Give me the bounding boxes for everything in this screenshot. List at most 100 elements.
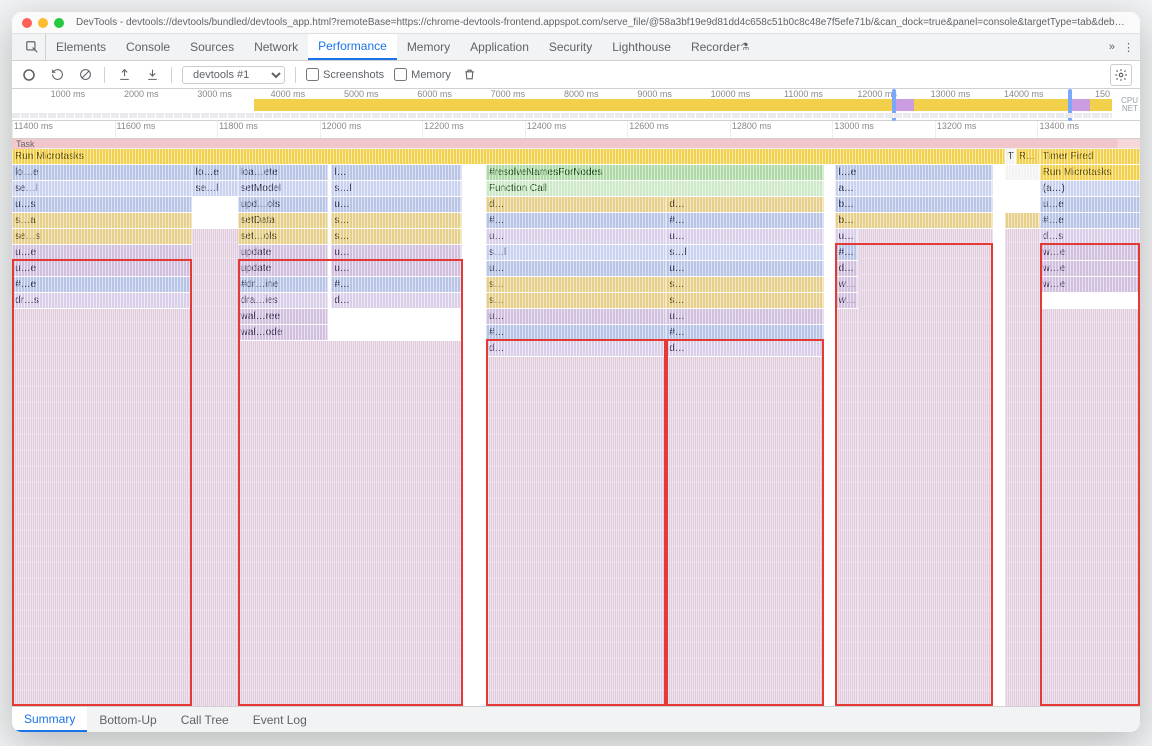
flame-bar[interactable]: l…e xyxy=(835,165,993,180)
flame-bar[interactable]: loa…ete xyxy=(238,165,328,180)
trash-icon[interactable] xyxy=(461,66,479,84)
flame-bar[interactable]: u… xyxy=(486,229,666,244)
flame-bar[interactable]: Task xyxy=(1005,149,1015,164)
zoom-window-icon[interactable] xyxy=(54,18,64,28)
kebab-menu-icon[interactable]: ⋮ xyxy=(1123,41,1134,54)
flame-bar[interactable]: w… xyxy=(835,277,858,292)
memory-checkbox[interactable]: Memory xyxy=(394,68,451,81)
flame-bar[interactable]: lo…e xyxy=(192,165,237,180)
flame-bar[interactable]: s… xyxy=(486,293,666,308)
flame-bar[interactable]: s… xyxy=(486,277,666,292)
flame-deep-fill[interactable] xyxy=(1005,229,1040,706)
flame-bar[interactable]: Run Microtasks xyxy=(1016,149,1040,164)
flame-bar[interactable]: setData xyxy=(238,213,328,228)
upload-profile-icon[interactable] xyxy=(115,66,133,84)
flame-bar[interactable]: u… xyxy=(666,261,824,276)
flame-bar[interactable]: d… xyxy=(486,197,666,212)
flame-bar[interactable]: #… xyxy=(666,325,824,340)
flame-bar[interactable]: s…l xyxy=(486,245,666,260)
details-tab-event-log[interactable]: Event Log xyxy=(241,707,319,732)
tab-console[interactable]: Console xyxy=(116,34,180,60)
flame-bar[interactable]: w…e xyxy=(1040,245,1140,260)
reload-record-icon[interactable] xyxy=(48,66,66,84)
flame-bar[interactable]: se…s xyxy=(12,229,192,244)
flame-bar[interactable]: w… xyxy=(835,293,858,308)
record-button-icon[interactable] xyxy=(20,66,38,84)
flame-bar[interactable]: w…e xyxy=(1040,261,1140,276)
flame-bar[interactable] xyxy=(1005,165,1040,180)
flame-bar[interactable]: lo…e xyxy=(12,165,192,180)
flame-bar[interactable]: set…ols xyxy=(238,229,328,244)
tab-security[interactable]: Security xyxy=(539,34,602,60)
flame-bar[interactable]: #… xyxy=(331,277,462,292)
flame-deep-fill[interactable] xyxy=(835,309,858,706)
settings-gear-icon[interactable] xyxy=(1110,64,1132,86)
details-tab-summary[interactable]: Summary xyxy=(12,707,87,732)
flame-bar[interactable]: u… xyxy=(666,309,824,324)
flame-bar[interactable]: wal…ode xyxy=(238,325,328,340)
flame-deep-fill[interactable] xyxy=(486,357,666,706)
flame-bar[interactable]: #… xyxy=(835,245,858,260)
flame-bar[interactable]: s…l xyxy=(666,245,824,260)
tab-lighthouse[interactable]: Lighthouse xyxy=(602,34,681,60)
flame-bar[interactable]: dr…s xyxy=(12,293,192,308)
flame-bar[interactable]: u…e xyxy=(12,261,192,276)
flame-bar[interactable]: #…e xyxy=(12,277,192,292)
flame-deep-fill[interactable] xyxy=(238,341,464,706)
download-profile-icon[interactable] xyxy=(143,66,161,84)
flame-bar[interactable]: u… xyxy=(666,229,824,244)
flame-bar[interactable]: u… xyxy=(331,245,462,260)
flame-bar[interactable]: s…a xyxy=(12,213,192,228)
flame-bar[interactable]: Run Microtasks xyxy=(12,149,1005,164)
flame-bar[interactable]: s… xyxy=(331,229,462,244)
timeline-overview[interactable]: 1000 ms2000 ms3000 ms4000 ms5000 ms6000 … xyxy=(12,89,1140,121)
flame-bar[interactable]: #… xyxy=(666,213,824,228)
flame-deep-fill[interactable] xyxy=(192,229,237,706)
flame-bar[interactable] xyxy=(1005,213,1040,228)
flame-chart[interactable]: Run MicrotasksTaskRun MicrotasksTimer Fi… xyxy=(12,149,1140,706)
flame-bar[interactable]: se…l xyxy=(12,181,192,196)
flame-bar[interactable]: setModel xyxy=(238,181,328,196)
flame-bar[interactable]: #… xyxy=(486,213,666,228)
flame-bar[interactable]: u… xyxy=(331,261,462,276)
flame-bar[interactable]: Function Call xyxy=(486,181,824,196)
flame-bar[interactable]: Run Microtasks xyxy=(1040,165,1140,180)
tab-application[interactable]: Application xyxy=(460,34,539,60)
flame-bar[interactable]: b… xyxy=(835,213,993,228)
flame-bar[interactable]: #dr…ine xyxy=(238,277,328,292)
flame-bar[interactable]: a… xyxy=(835,181,993,196)
flame-bar[interactable]: w…e xyxy=(1040,277,1140,292)
flame-bar[interactable]: update xyxy=(238,261,328,276)
flame-bar[interactable]: u…s xyxy=(12,197,192,212)
flame-deep-fill[interactable] xyxy=(666,357,824,706)
flame-bar[interactable]: u… xyxy=(486,261,666,276)
more-tabs-icon[interactable]: » xyxy=(1109,41,1115,53)
minimize-window-icon[interactable] xyxy=(38,18,48,28)
flame-bar[interactable]: #…e xyxy=(1040,213,1140,228)
flame-deep-fill[interactable] xyxy=(12,309,192,706)
flame-deep-fill[interactable] xyxy=(1040,309,1140,706)
flame-bar[interactable]: #resolveNamesForNodes xyxy=(486,165,824,180)
session-select[interactable]: devtools #1 xyxy=(182,66,285,84)
flame-bar[interactable]: u… xyxy=(486,309,666,324)
flame-deep-fill[interactable] xyxy=(858,229,993,706)
flame-bar[interactable]: u…e xyxy=(1040,197,1140,212)
flame-bar[interactable]: Timer Fired xyxy=(1040,149,1140,164)
flame-bar[interactable]: s… xyxy=(666,277,824,292)
flame-bar[interactable]: b… xyxy=(835,197,993,212)
flame-bar[interactable]: #… xyxy=(486,325,666,340)
flame-bar[interactable]: update xyxy=(238,245,328,260)
flame-bar[interactable]: upd…ols xyxy=(238,197,328,212)
tab-elements[interactable]: Elements xyxy=(46,34,116,60)
tab-sources[interactable]: Sources xyxy=(180,34,244,60)
clear-icon[interactable] xyxy=(76,66,94,84)
tab-network[interactable]: Network xyxy=(244,34,308,60)
flame-bar[interactable]: wal…ree xyxy=(238,309,328,324)
flame-bar[interactable]: u… xyxy=(331,197,462,212)
flame-ruler[interactable]: 11400 ms11600 ms11800 ms12000 ms12200 ms… xyxy=(12,121,1140,139)
flame-bar[interactable]: s…l xyxy=(331,181,462,196)
tab-recorder[interactable]: Recorder ⚗ xyxy=(681,34,759,60)
flame-bar[interactable]: d… xyxy=(486,341,666,356)
tab-memory[interactable]: Memory xyxy=(397,34,460,60)
flame-bar[interactable]: u…e xyxy=(12,245,192,260)
